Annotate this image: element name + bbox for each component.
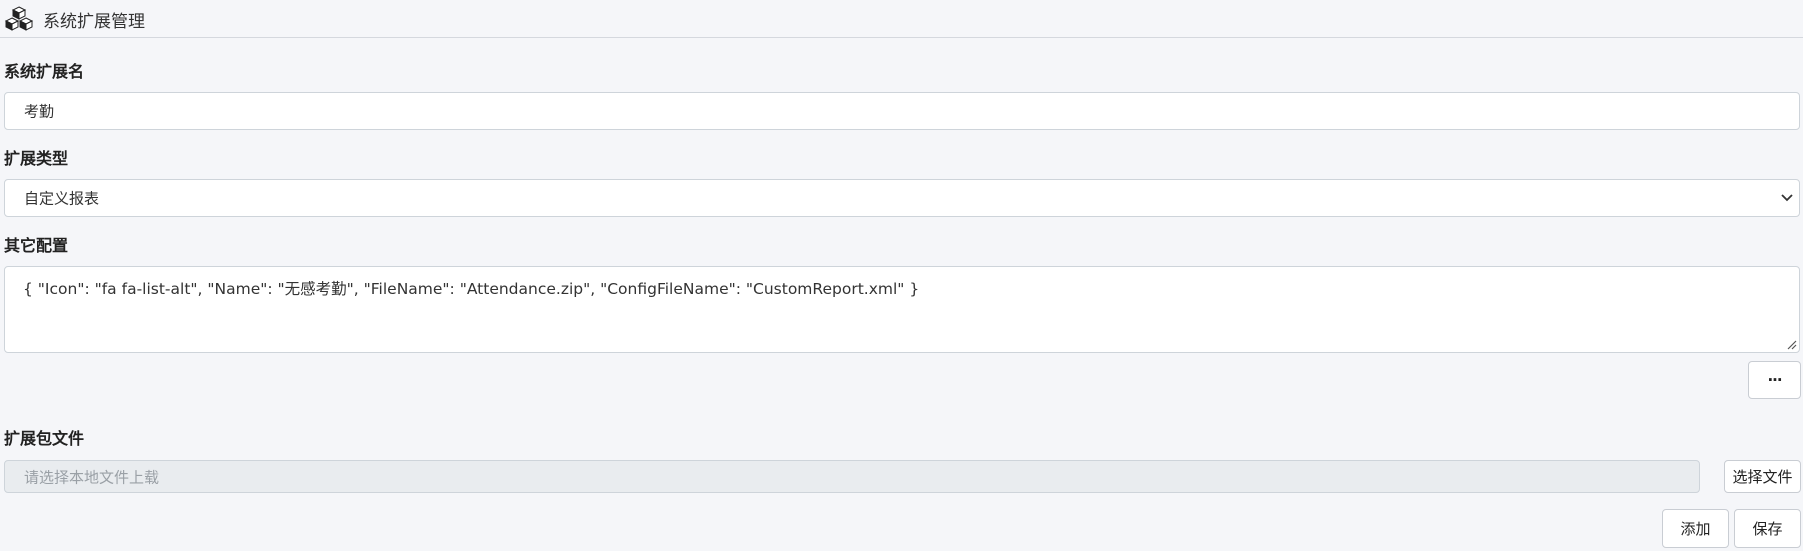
resize-grip-icon[interactable] [1786,339,1797,350]
other-config-value: { "Icon": "fa fa-list-alt", "Name": "无感考… [23,280,920,298]
extension-name-label: 系统扩展名 [4,62,85,81]
package-file-input[interactable]: 请选择本地文件上载 [4,460,1700,493]
chevron-down-icon [1781,194,1793,202]
extension-type-label: 扩展类型 [4,149,69,168]
page-header: 系统扩展管理 [0,0,1803,38]
choose-file-button[interactable]: 选择文件 [1724,460,1801,493]
other-config-textarea[interactable]: { "Icon": "fa fa-list-alt", "Name": "无感考… [4,266,1800,353]
package-file-placeholder: 请选择本地文件上载 [24,468,160,486]
other-config-label: 其它配置 [4,236,69,255]
more-options-button[interactable]: ··· [1748,361,1801,399]
save-button[interactable]: 保存 [1734,509,1801,548]
extension-name-value: 考勤 [24,102,55,121]
page-title: 系统扩展管理 [43,12,145,32]
add-button[interactable]: 添加 [1662,509,1729,548]
package-file-label: 扩展包文件 [4,429,85,448]
extension-name-input[interactable]: 考勤 [4,92,1800,130]
extension-type-value: 自定义报表 [24,189,100,208]
extension-type-select[interactable]: 自定义报表 [4,179,1800,217]
cubes-icon [4,6,34,31]
